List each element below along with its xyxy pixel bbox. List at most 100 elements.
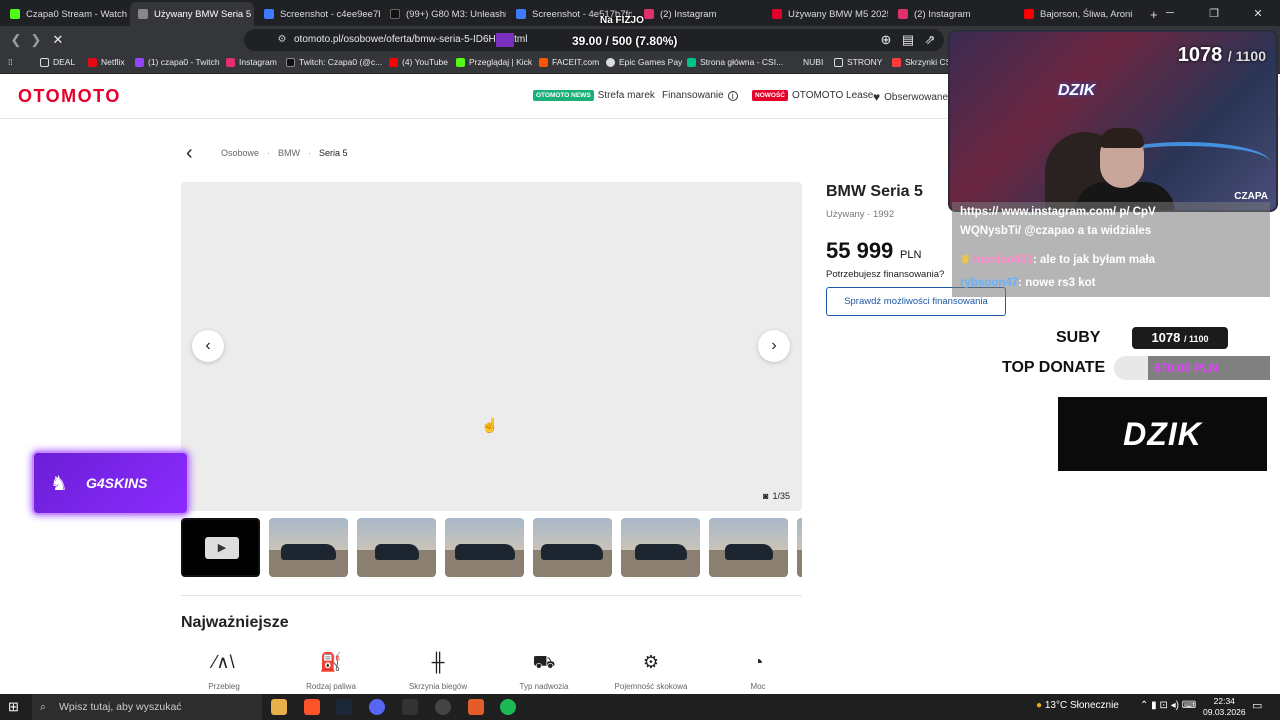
breadcrumb-separator: · (267, 148, 271, 158)
video-thumbnail[interactable]: ▶ (181, 518, 260, 577)
weather-text: 13°C Słonecznie (1044, 700, 1119, 711)
bookmark-label: FACEIT.com (552, 57, 600, 67)
financing-question: Potrzebujesz finansowania? (826, 269, 945, 280)
zoom-icon[interactable]: ⊕ (878, 32, 894, 48)
bookmark-item[interactable]: (4) YouTube (389, 57, 448, 67)
bookmark-item[interactable]: FACEIT.com (539, 57, 599, 67)
taskbar-search[interactable]: ⌕ Wpisz tutaj, aby wyszukać (32, 694, 262, 720)
nav-financing[interactable]: Finansowanie i (662, 90, 738, 101)
photo-thumbnail[interactable] (269, 518, 348, 577)
bookmark-item[interactable]: Przeglądaj | Kick (456, 57, 532, 67)
apps-icon[interactable]: ⁞⁞ (8, 57, 13, 67)
forward-icon[interactable]: ❯ (28, 32, 44, 48)
back-arrow-icon[interactable]: ‹ (186, 143, 193, 163)
close-window-icon[interactable]: ✕ (1236, 0, 1280, 26)
brave-icon[interactable] (304, 699, 320, 715)
photo-thumbnail[interactable] (797, 518, 802, 577)
weather-widget[interactable]: ● 13°C Słonecznie (1036, 700, 1119, 711)
browser-tab[interactable]: (2) Instagram (636, 2, 760, 26)
taskbar-clock[interactable]: 22:34 09.03.2026 (1203, 696, 1246, 718)
bookmark-item[interactable]: DEAL (40, 57, 75, 67)
feature-label: Moc (750, 682, 766, 691)
photo-count-text: 1/35 (772, 491, 790, 501)
feature-power: ◔ Moc (713, 650, 803, 691)
photo-thumbnail[interactable] (445, 518, 524, 577)
photo-thumbnail[interactable] (709, 518, 788, 577)
subs-bar: 1078 / 1100 (1132, 327, 1228, 349)
epic-games-icon (606, 57, 615, 67)
url-text[interactable]: otomoto.pl/osobowe/oferta/bmw-seria-5-ID… (294, 34, 527, 45)
section-title: Najważniejsze (181, 614, 289, 631)
instagram-icon (226, 57, 235, 67)
photo-thumbnail[interactable] (533, 518, 612, 577)
browser-tab[interactable]: Bajorson, Śliwa, Aroni (1016, 2, 1140, 26)
speedometer-icon: ◔ (752, 652, 764, 672)
windows-start-icon[interactable]: ⊞ (8, 699, 24, 715)
nav-label: Strefa marek (597, 90, 655, 101)
back-icon[interactable]: ❮ (8, 32, 24, 48)
bookmark-item[interactable]: Twitch: Czapa0 (@c... (286, 57, 382, 67)
bookmark-item[interactable]: NUBI (790, 57, 823, 67)
bookmark-item[interactable]: Strona główna - CSI... (687, 57, 783, 67)
discord-icon[interactable] (369, 699, 385, 715)
minimize-icon[interactable]: ─ (1148, 0, 1192, 26)
otomoto-logo[interactable]: OTOMOTO (18, 86, 121, 107)
tab-label: Czapa0 Stream - Watch Li (26, 8, 128, 20)
tray-icons[interactable]: ⌃ ▮ ⊡ ◂) ⌨ (1140, 700, 1196, 711)
browser-tab[interactable]: Używany BMW M5 2025 (764, 2, 888, 26)
breadcrumb-item[interactable]: BMW (278, 148, 300, 158)
stop-loading-icon[interactable]: ✕ (50, 32, 66, 48)
tiktok-icon (390, 9, 400, 19)
bookmark-item[interactable]: (1) czapa0 - Twitch (135, 57, 220, 67)
bookmark-item[interactable]: Epic Games Pay (606, 57, 682, 67)
chat-message: https:// www.instagram.com/ p/ CpV (960, 206, 1156, 218)
price-currency: PLN (900, 249, 922, 261)
sub-count: 1078 (1177, 44, 1223, 66)
bookmark-label: Epic Games Pay (619, 57, 683, 67)
nav-saved[interactable]: ♥ Obserwowane (873, 90, 948, 104)
restore-icon[interactable]: ❐ (1192, 0, 1236, 26)
screenshot-icon (516, 9, 526, 19)
extension-icon[interactable]: ▤ (900, 32, 916, 48)
share-icon[interactable]: ⇗ (922, 32, 938, 48)
bookmark-item[interactable]: Skrzynki CS (892, 57, 951, 67)
chrome-icon[interactable] (435, 699, 451, 715)
browser-tab[interactable]: (2) Instagram (890, 2, 1014, 26)
nav-label: Finansowanie (662, 90, 724, 101)
breadcrumb-item[interactable]: Osobowe (221, 148, 259, 158)
chat-text: nowe rs3 kot (1025, 277, 1096, 289)
instagram-icon (644, 9, 654, 19)
bookmark-item[interactable]: Instagram (226, 57, 277, 67)
dzik-banner: DZIK (1058, 397, 1267, 471)
g4skins-sponsor-banner: ♞ G4SKINS (32, 451, 189, 515)
browser-tab[interactable]: Czapa0 Stream - Watch Li (2, 2, 128, 26)
nav-brand-zone[interactable]: OTOMOTO NEWS Strefa marek (533, 90, 655, 101)
epic-icon[interactable] (402, 699, 418, 715)
bookmark-item[interactable]: Netflix (88, 57, 125, 67)
bookmark-label: Przeglądaj | Kick (469, 57, 533, 67)
chat-user: rybsoon47 (960, 277, 1019, 289)
feature-label: Skrzynia biegów (408, 682, 468, 691)
steam-icon[interactable] (336, 699, 352, 715)
browser-tab[interactable]: Screenshot - c4ee9ee7bfa (256, 2, 380, 26)
site-info-icon[interactable]: ⚙ (274, 32, 290, 48)
file-explorer-icon[interactable] (271, 699, 287, 715)
bookmark-item[interactable]: STRONY (834, 57, 882, 67)
nav-lease[interactable]: NOWOŚĆ OTOMOTO Lease (752, 90, 873, 101)
bookmark-label: Skrzynki CS (905, 57, 952, 67)
cases-icon (892, 57, 901, 67)
notification-icon[interactable]: ▭ (1252, 699, 1262, 712)
otomoto-icon (772, 9, 782, 19)
photo-gallery[interactable]: ‹ › ☝ ◙ 1/35 (181, 182, 802, 511)
gallery-next-button[interactable]: › (758, 330, 790, 362)
spotify-icon[interactable] (500, 699, 516, 715)
photo-thumbnail[interactable] (357, 518, 436, 577)
youtube-icon (389, 57, 398, 67)
browser-tab-active[interactable]: Używany BMW Seria 5 ✕ (130, 2, 254, 26)
gallery-prev-button[interactable]: ‹ (192, 330, 224, 362)
photo-thumbnail[interactable] (621, 518, 700, 577)
app-icon[interactable] (468, 699, 484, 715)
breadcrumb: Osobowe · BMW · Seria 5 (221, 148, 348, 158)
fuel-pump-icon: ⛽ (319, 652, 343, 672)
browser-tab[interactable]: (99+) G80 M3: Unleashing (382, 2, 506, 26)
